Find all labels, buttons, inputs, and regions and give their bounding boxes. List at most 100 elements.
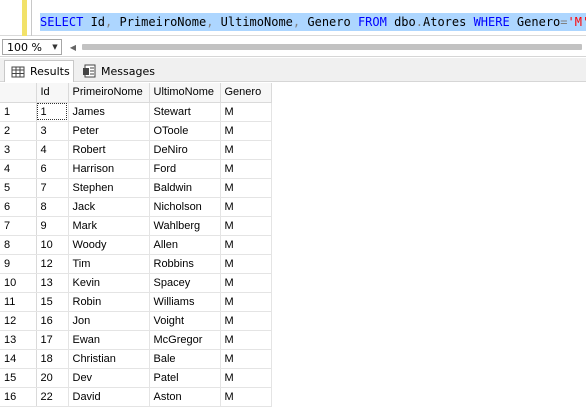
cell-genero[interactable]: M [220,311,272,331]
cell-genero[interactable]: M [220,349,272,369]
cell-id[interactable]: 6 [36,159,69,179]
row-number[interactable]: 1 [0,102,37,122]
chevron-down-icon[interactable]: ▼ [49,40,61,54]
grid-corner[interactable] [0,83,37,103]
query-editor[interactable]: SELECT Id, PrimeiroNome, UltimoNome, Gen… [0,0,586,36]
cell-id[interactable]: 3 [36,121,69,141]
cell-id[interactable]: 10 [36,235,69,255]
column-header-id[interactable]: Id [36,83,69,103]
row-number[interactable]: 4 [0,159,37,179]
cell-primeironome[interactable]: Woody [68,235,150,255]
cell-primeironome[interactable]: Kevin [68,273,150,293]
cell-primeironome[interactable]: Peter [68,121,150,141]
table-row[interactable]: 8 10 Woody Allen M [0,235,272,255]
row-number[interactable]: 5 [0,178,37,198]
cell-id[interactable]: 12 [36,254,69,274]
cell-ultimonome[interactable]: Allen [149,235,221,255]
cell-genero[interactable]: M [220,216,272,236]
cell-genero[interactable]: M [220,121,272,141]
cell-id[interactable]: 4 [36,140,69,160]
row-number[interactable]: 9 [0,254,37,274]
row-number[interactable]: 16 [0,387,37,407]
cell-ultimonome[interactable]: DeNiro [149,140,221,160]
cell-primeironome[interactable]: Christian [68,349,150,369]
scrollbar-thumb[interactable] [82,44,582,50]
row-number[interactable]: 3 [0,140,37,160]
cell-primeironome[interactable]: Mark [68,216,150,236]
cell-ultimonome[interactable]: Baldwin [149,178,221,198]
cell-genero[interactable]: M [220,140,272,160]
cell-genero[interactable]: M [220,273,272,293]
results-grid[interactable]: Id PrimeiroNome UltimoNome Genero 1 1 Jame… [0,83,586,413]
cell-id[interactable]: 15 [36,292,69,312]
table-row[interactable]: 6 8 Jack Nicholson M [0,197,272,217]
table-row[interactable]: 5 7 Stephen Baldwin M [0,178,272,198]
cell-id[interactable]: 22 [36,387,69,407]
cell-primeironome[interactable]: Robin [68,292,150,312]
table-row[interactable]: 13 17 Ewan McGregor M [0,330,272,350]
cell-id[interactable]: 8 [36,197,69,217]
cell-ultimonome[interactable]: Wahlberg [149,216,221,236]
row-number[interactable]: 6 [0,197,37,217]
column-header-ultimonome[interactable]: UltimoNome [149,83,221,103]
row-number[interactable]: 11 [0,292,37,312]
cell-primeironome[interactable]: James [68,102,150,122]
cell-genero[interactable]: M [220,235,272,255]
cell-genero[interactable]: M [220,368,272,388]
tab-messages[interactable]: Messages [76,60,155,82]
cell-ultimonome[interactable]: Nicholson [149,197,221,217]
cell-ultimonome[interactable]: McGregor [149,330,221,350]
row-number[interactable]: 15 [0,368,37,388]
cell-genero[interactable]: M [220,387,272,407]
cell-ultimonome[interactable]: Ford [149,159,221,179]
table-row[interactable]: 1 1 James Stewart M [0,102,272,122]
cell-genero[interactable]: M [220,197,272,217]
table-row[interactable]: 16 22 David Aston M [0,387,272,407]
zoom-dropdown[interactable]: 100 % ▼ [2,39,62,55]
cell-genero[interactable]: M [220,330,272,350]
cell-genero[interactable]: M [220,254,272,274]
table-row[interactable]: 12 16 Jon Voight M [0,311,272,331]
table-row[interactable]: 9 12 Tim Robbins M [0,254,272,274]
tab-results[interactable]: Results [4,60,74,82]
row-number[interactable]: 12 [0,311,37,331]
cell-primeironome[interactable]: David [68,387,150,407]
column-header-genero[interactable]: Genero [220,83,272,103]
cell-ultimonome[interactable]: Voight [149,311,221,331]
table-row[interactable]: 11 15 Robin Williams M [0,292,272,312]
table-row[interactable]: 7 9 Mark Wahlberg M [0,216,272,236]
cell-ultimonome[interactable]: Bale [149,349,221,369]
row-number[interactable]: 10 [0,273,37,293]
cell-ultimonome[interactable]: Stewart [149,102,221,122]
cell-id[interactable]: 1 [36,102,69,122]
row-number[interactable]: 2 [0,121,37,141]
cell-ultimonome[interactable]: Robbins [149,254,221,274]
cell-id[interactable]: 18 [36,349,69,369]
horizontal-scrollbar[interactable]: ◀ [66,40,584,54]
table-row[interactable]: 14 18 Christian Bale M [0,349,272,369]
cell-id[interactable]: 17 [36,330,69,350]
cell-primeironome[interactable]: Harrison [68,159,150,179]
cell-ultimonome[interactable]: Williams [149,292,221,312]
table-row[interactable]: 2 3 Peter OToole M [0,121,272,141]
cell-primeironome[interactable]: Robert [68,140,150,160]
sql-query-line[interactable]: SELECT Id, PrimeiroNome, UltimoNome, Gen… [40,13,586,31]
cell-genero[interactable]: M [220,102,272,122]
cell-genero[interactable]: M [220,178,272,198]
row-number[interactable]: 13 [0,330,37,350]
cell-genero[interactable]: M [220,292,272,312]
cell-primeironome[interactable]: Dev [68,368,150,388]
cell-ultimonome[interactable]: Spacey [149,273,221,293]
table-row[interactable]: 15 20 Dev Patel M [0,368,272,388]
row-number[interactable]: 14 [0,349,37,369]
cell-id[interactable]: 16 [36,311,69,331]
table-row[interactable]: 3 4 Robert DeNiro M [0,140,272,160]
cell-id[interactable]: 7 [36,178,69,198]
row-number[interactable]: 8 [0,235,37,255]
cell-id[interactable]: 9 [36,216,69,236]
cell-ultimonome[interactable]: OToole [149,121,221,141]
scroll-left-icon[interactable]: ◀ [66,40,80,54]
row-number[interactable]: 7 [0,216,37,236]
cell-id[interactable]: 13 [36,273,69,293]
cell-id[interactable]: 20 [36,368,69,388]
